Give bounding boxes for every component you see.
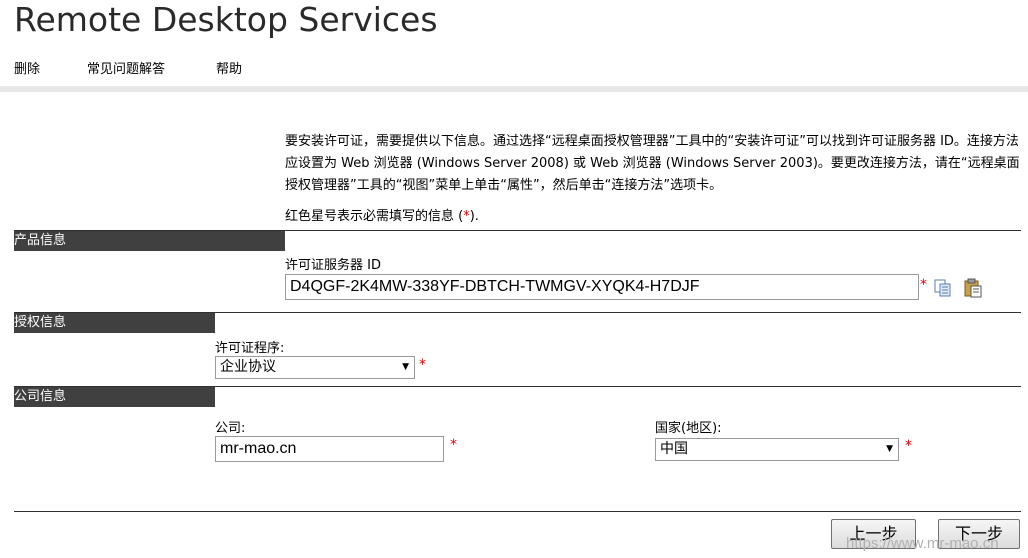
required-star: * (419, 357, 426, 373)
section-header-company: 公司信息 (14, 387, 215, 407)
required-note-suffix: ). (469, 209, 479, 224)
required-star: * (920, 277, 927, 293)
nav-delete-link[interactable]: 删除 (14, 58, 40, 77)
server-id-label: 许可证服务器 ID (285, 258, 381, 273)
company-label: 公司: (215, 421, 246, 436)
watermark: https://www.mr-mao.cn (846, 535, 999, 552)
required-note: 红色星号表示必需填写的信息 (*). (285, 205, 479, 224)
program-label: 许可证程序: (215, 341, 285, 356)
server-id-input[interactable]: D4QGF-2K4MW-338YF-DBTCH-TWMGV-XYQK4-H7DJ… (285, 274, 919, 300)
nav-help-link[interactable]: 帮助 (216, 58, 242, 77)
footer-rule (14, 511, 1021, 512)
program-select-value: 企业协议 (220, 359, 276, 375)
required-star: * (905, 438, 912, 454)
chevron-down-icon: ▼ (402, 362, 409, 372)
header-divider (0, 86, 1028, 92)
country-label: 国家(地区): (655, 421, 722, 436)
paste-icon[interactable] (963, 278, 982, 298)
program-select[interactable]: 企业协议 ▼ (215, 356, 415, 379)
required-note-prefix: 红色星号表示必需填写的信息 ( (285, 209, 464, 224)
section-header-licensing: 授权信息 (14, 313, 215, 333)
country-select-value: 中国 (660, 441, 688, 457)
intro-text: 要安装许可证，需要提供以下信息。通过选择“远程桌面授权管理器”工具中的“安装许可… (285, 134, 1020, 193)
copy-icon[interactable] (934, 279, 952, 297)
app-title: Remote Desktop Services (14, 0, 438, 39)
section-header-product: 产品信息 (14, 231, 285, 251)
company-input[interactable]: mr-mao.cn (215, 436, 444, 462)
required-star: * (450, 437, 457, 453)
chevron-down-icon: ▼ (886, 444, 893, 454)
country-select[interactable]: 中国 ▼ (655, 438, 899, 461)
nav-faq-link[interactable]: 常见问题解答 (87, 58, 165, 77)
